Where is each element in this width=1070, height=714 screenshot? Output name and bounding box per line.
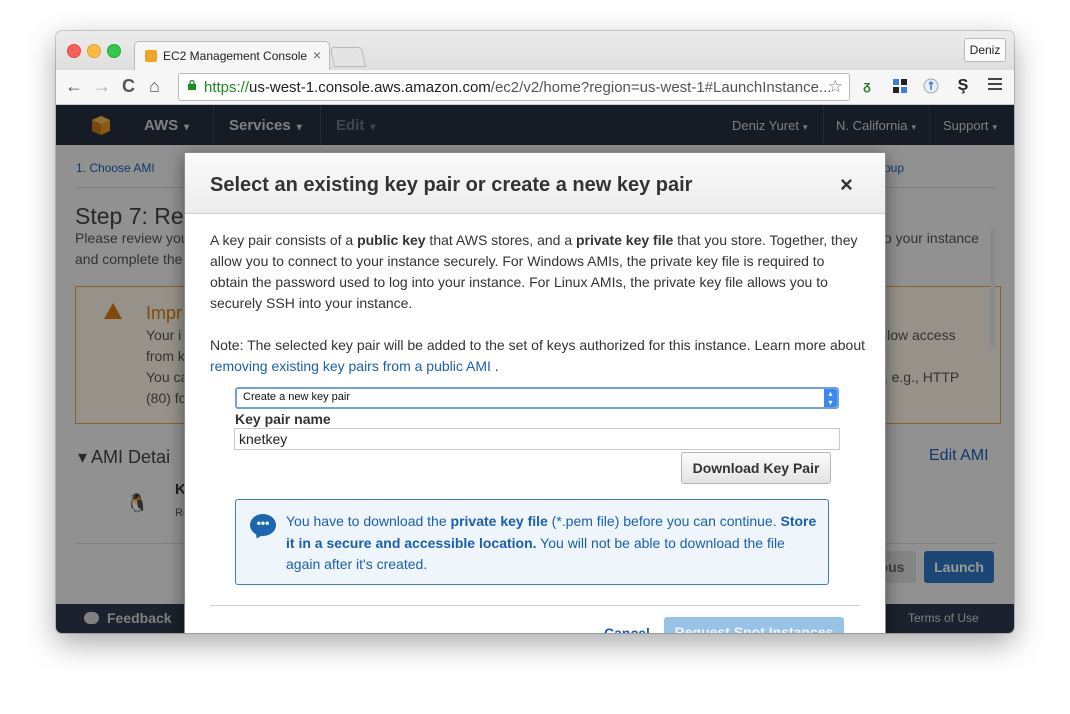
browser-tab[interactable]: EC2 Management Console × [134, 41, 330, 71]
browser-window: EC2 Management Console × Deniz ← → C ⌂ h… [56, 31, 1014, 633]
select-arrows-icon: ▴ ▾ [824, 389, 837, 407]
close-window-button[interactable] [67, 44, 81, 58]
dialog-title: Select an existing key pair or create a … [210, 174, 693, 196]
select-value: Create a new key pair [243, 391, 350, 403]
back-arrow-icon[interactable]: ← [65, 76, 83, 97]
new-tab-button[interactable] [329, 47, 367, 67]
tab-strip: EC2 Management Console × Deniz [56, 31, 1014, 71]
scrollbar[interactable] [990, 229, 995, 347]
key-pair-description: A key pair consists of a public key that… [210, 232, 858, 311]
key-pair-select[interactable]: Create a new key pair ▴ ▾ [235, 387, 839, 409]
page-content: AWS ▾ Services ▾ Edit ▾ Deniz Yuret ▾ N. Cal… [56, 105, 1014, 633]
home-icon[interactable]: ⌂ [149, 76, 160, 97]
cancel-button[interactable]: Cancel [604, 625, 650, 633]
key-pair-name-input[interactable]: knetkey [234, 428, 840, 450]
minimize-window-button[interactable] [87, 44, 101, 58]
aws-favicon-icon [145, 50, 157, 62]
key-pair-dialog: Select an existing key pair or create a … [184, 152, 886, 633]
removing-key-pairs-link[interactable]: removing existing key pairs from a publi… [210, 358, 491, 374]
chat-bubble-icon: ••• [250, 514, 276, 536]
tab-close-icon[interactable]: × [313, 47, 321, 63]
request-spot-instances-button[interactable]: Request Spot Instances [664, 617, 844, 633]
tab-title: EC2 Management Console [163, 49, 308, 63]
profile-button[interactable]: Deniz [964, 38, 1006, 62]
zoom-window-button[interactable] [107, 44, 121, 58]
forward-arrow-icon[interactable]: → [93, 76, 111, 97]
key-pair-note: Note: The selected key pair will be adde… [210, 337, 866, 374]
key-pair-name-label: Key pair name [235, 411, 331, 427]
url-text: https://us-west-1.console.aws.amazon.com… [204, 79, 832, 96]
download-info-text: You have to download the private key fil… [286, 513, 817, 572]
reload-icon[interactable]: C [122, 76, 135, 97]
address-bar[interactable]: https://us-west-1.console.aws.amazon.com… [178, 73, 850, 101]
extension-grid-icon[interactable] [892, 78, 908, 94]
close-icon[interactable]: × [840, 172, 853, 198]
extension-circle-icon[interactable] [923, 78, 939, 94]
bookmark-star-icon[interactable]: ☆ [828, 77, 843, 97]
download-key-pair-button[interactable]: Download Key Pair [681, 452, 831, 484]
browser-toolbar: ← → C ⌂ https://us-west-1.console.aws.am… [56, 70, 1014, 105]
download-info-box: ••• You have to download the private key… [235, 499, 829, 585]
lock-icon [188, 80, 196, 90]
divider [210, 605, 860, 606]
extension-icon[interactable]: ᵹ [859, 78, 875, 94]
extension-s-icon[interactable]: Ş [955, 78, 971, 94]
dialog-header: Select an existing key pair or create a … [185, 153, 885, 214]
browser-menu-icon[interactable] [988, 78, 1002, 93]
